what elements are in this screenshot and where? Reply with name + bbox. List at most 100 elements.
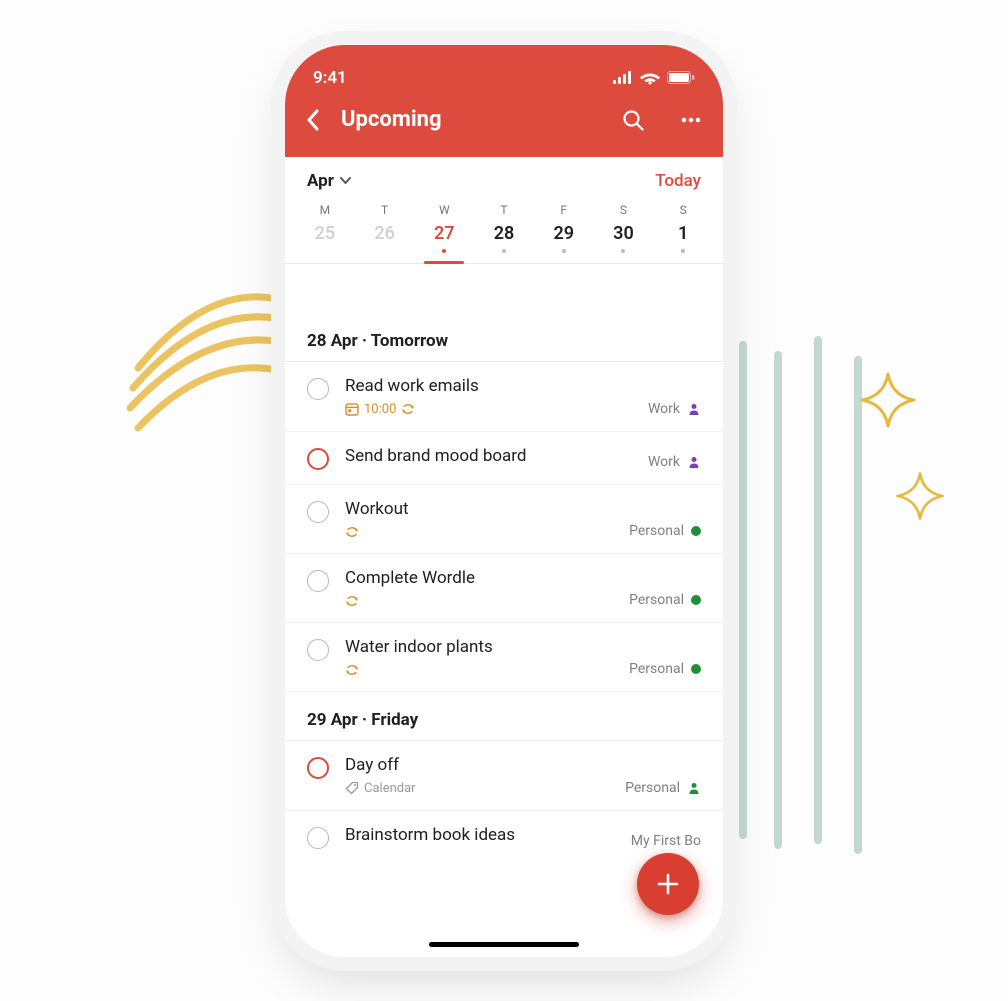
nav-bar: Upcoming: [285, 93, 723, 157]
project-label: Personal: [629, 592, 684, 608]
task-project[interactable]: Personal: [629, 661, 701, 677]
task-meta: 10:00: [345, 402, 632, 417]
task-row[interactable]: Water indoor plants Personal: [285, 623, 723, 692]
month-picker[interactable]: Apr: [307, 171, 352, 191]
task-checkbox[interactable]: [307, 501, 329, 523]
task-project[interactable]: Personal: [629, 523, 701, 539]
more-button[interactable]: [677, 106, 705, 134]
dow-label: T: [381, 203, 388, 217]
day-col-sun[interactable]: S 1: [653, 199, 713, 263]
week-strip: M 25 T 26 W 27 T 28 F 29 S 30: [285, 199, 723, 264]
task-title: Water indoor plants: [345, 637, 613, 657]
project-dot-icon: [691, 526, 701, 536]
task-project[interactable]: My First Bo: [631, 833, 701, 849]
decor-sparkle-icon: [894, 470, 946, 522]
phone-frame: 9:41 Upcoming Apr Today: [285, 45, 723, 957]
search-button[interactable]: [619, 106, 647, 134]
home-indicator: [429, 942, 579, 947]
day-dot: [562, 249, 566, 253]
back-button[interactable]: [299, 106, 327, 134]
status-icons: [613, 71, 695, 85]
task-body: Day off Calendar: [345, 755, 609, 796]
battery-icon: [667, 71, 695, 84]
project-dot-icon: [691, 595, 701, 605]
task-meta: [345, 594, 613, 608]
day-col-thu[interactable]: T 28: [474, 199, 534, 263]
task-meta: [345, 663, 613, 677]
task-title: Send brand mood board: [345, 446, 632, 466]
recurring-icon: [345, 525, 359, 539]
add-task-fab[interactable]: [637, 853, 699, 915]
project-label: Personal: [629, 523, 684, 539]
day-number: 28: [494, 223, 515, 244]
task-project[interactable]: Personal: [629, 592, 701, 608]
dow-label: S: [680, 203, 687, 217]
dow-label: W: [439, 203, 450, 217]
day-dot: [681, 249, 685, 253]
cellular-icon: [613, 71, 633, 84]
status-time: 9:41: [313, 68, 347, 88]
project-label: Personal: [625, 780, 680, 796]
month-label: Apr: [307, 171, 334, 191]
task-project-area: Personal: [629, 637, 701, 677]
person-icon: [687, 402, 701, 416]
person-icon: [687, 781, 701, 795]
wifi-icon: [640, 71, 660, 85]
task-project-area: Personal: [629, 499, 701, 539]
task-checkbox[interactable]: [307, 570, 329, 592]
task-project[interactable]: Work: [648, 454, 701, 470]
day-col-fri[interactable]: F 29: [534, 199, 594, 263]
calendar-icon: [345, 402, 359, 416]
task-body: Read work emails 10:00: [345, 376, 632, 417]
day-number: 29: [553, 223, 574, 244]
today-link[interactable]: Today: [655, 171, 701, 191]
day-col-tue[interactable]: T 26: [355, 199, 415, 263]
page-title: Upcoming: [341, 107, 609, 132]
task-label: Calendar: [364, 781, 416, 796]
task-row[interactable]: Day off Calendar Personal: [285, 741, 723, 811]
day-col-sat[interactable]: S 30: [594, 199, 654, 263]
task-body: Complete Wordle: [345, 568, 613, 608]
day-number: 1: [678, 223, 688, 244]
task-title: Day off: [345, 755, 609, 775]
status-bar: 9:41: [285, 63, 723, 93]
task-checkbox[interactable]: [307, 639, 329, 661]
project-label: Personal: [629, 661, 684, 677]
dow-label: M: [320, 203, 330, 217]
tag-icon: [345, 781, 359, 795]
task-checkbox[interactable]: [307, 757, 329, 779]
task-project[interactable]: Personal: [625, 780, 701, 796]
decor-green-lines: [723, 335, 893, 855]
task-checkbox[interactable]: [307, 378, 329, 400]
task-row[interactable]: Complete Wordle Personal: [285, 554, 723, 623]
dow-label: T: [500, 203, 507, 217]
day-number: 27: [434, 223, 455, 244]
task-row[interactable]: Workout Personal: [285, 485, 723, 554]
task-checkbox[interactable]: [307, 448, 329, 470]
task-title: Brainstorm book ideas: [345, 825, 615, 845]
person-icon: [687, 455, 701, 469]
selected-day-underline: [424, 261, 464, 264]
task-project-area: Personal: [629, 568, 701, 608]
chevron-down-icon: [339, 176, 352, 186]
task-body: Send brand mood board: [345, 446, 632, 466]
task-project[interactable]: Work: [648, 401, 701, 417]
task-body: Water indoor plants: [345, 637, 613, 677]
task-row[interactable]: Send brand mood board Work: [285, 432, 723, 485]
section-header: 28 Apr · Tomorrow: [285, 313, 723, 362]
task-row[interactable]: Read work emails 10:00 Work: [285, 362, 723, 432]
recurring-icon: [401, 402, 415, 416]
day-dot: [621, 249, 625, 253]
task-time: 10:00: [364, 402, 396, 417]
day-col-wed[interactable]: W 27: [414, 199, 474, 263]
plus-icon: [654, 870, 682, 898]
decor-sparkle-icon: [858, 370, 918, 430]
day-col-mon[interactable]: M 25: [295, 199, 355, 263]
task-body: Brainstorm book ideas: [345, 825, 615, 845]
section-header: 29 Apr · Friday: [285, 692, 723, 741]
task-checkbox[interactable]: [307, 827, 329, 849]
task-project-area: Personal: [625, 755, 701, 796]
task-meta: [345, 525, 613, 539]
project-label: My First Bo: [631, 833, 701, 849]
task-project-area: My First Bo: [631, 825, 701, 849]
